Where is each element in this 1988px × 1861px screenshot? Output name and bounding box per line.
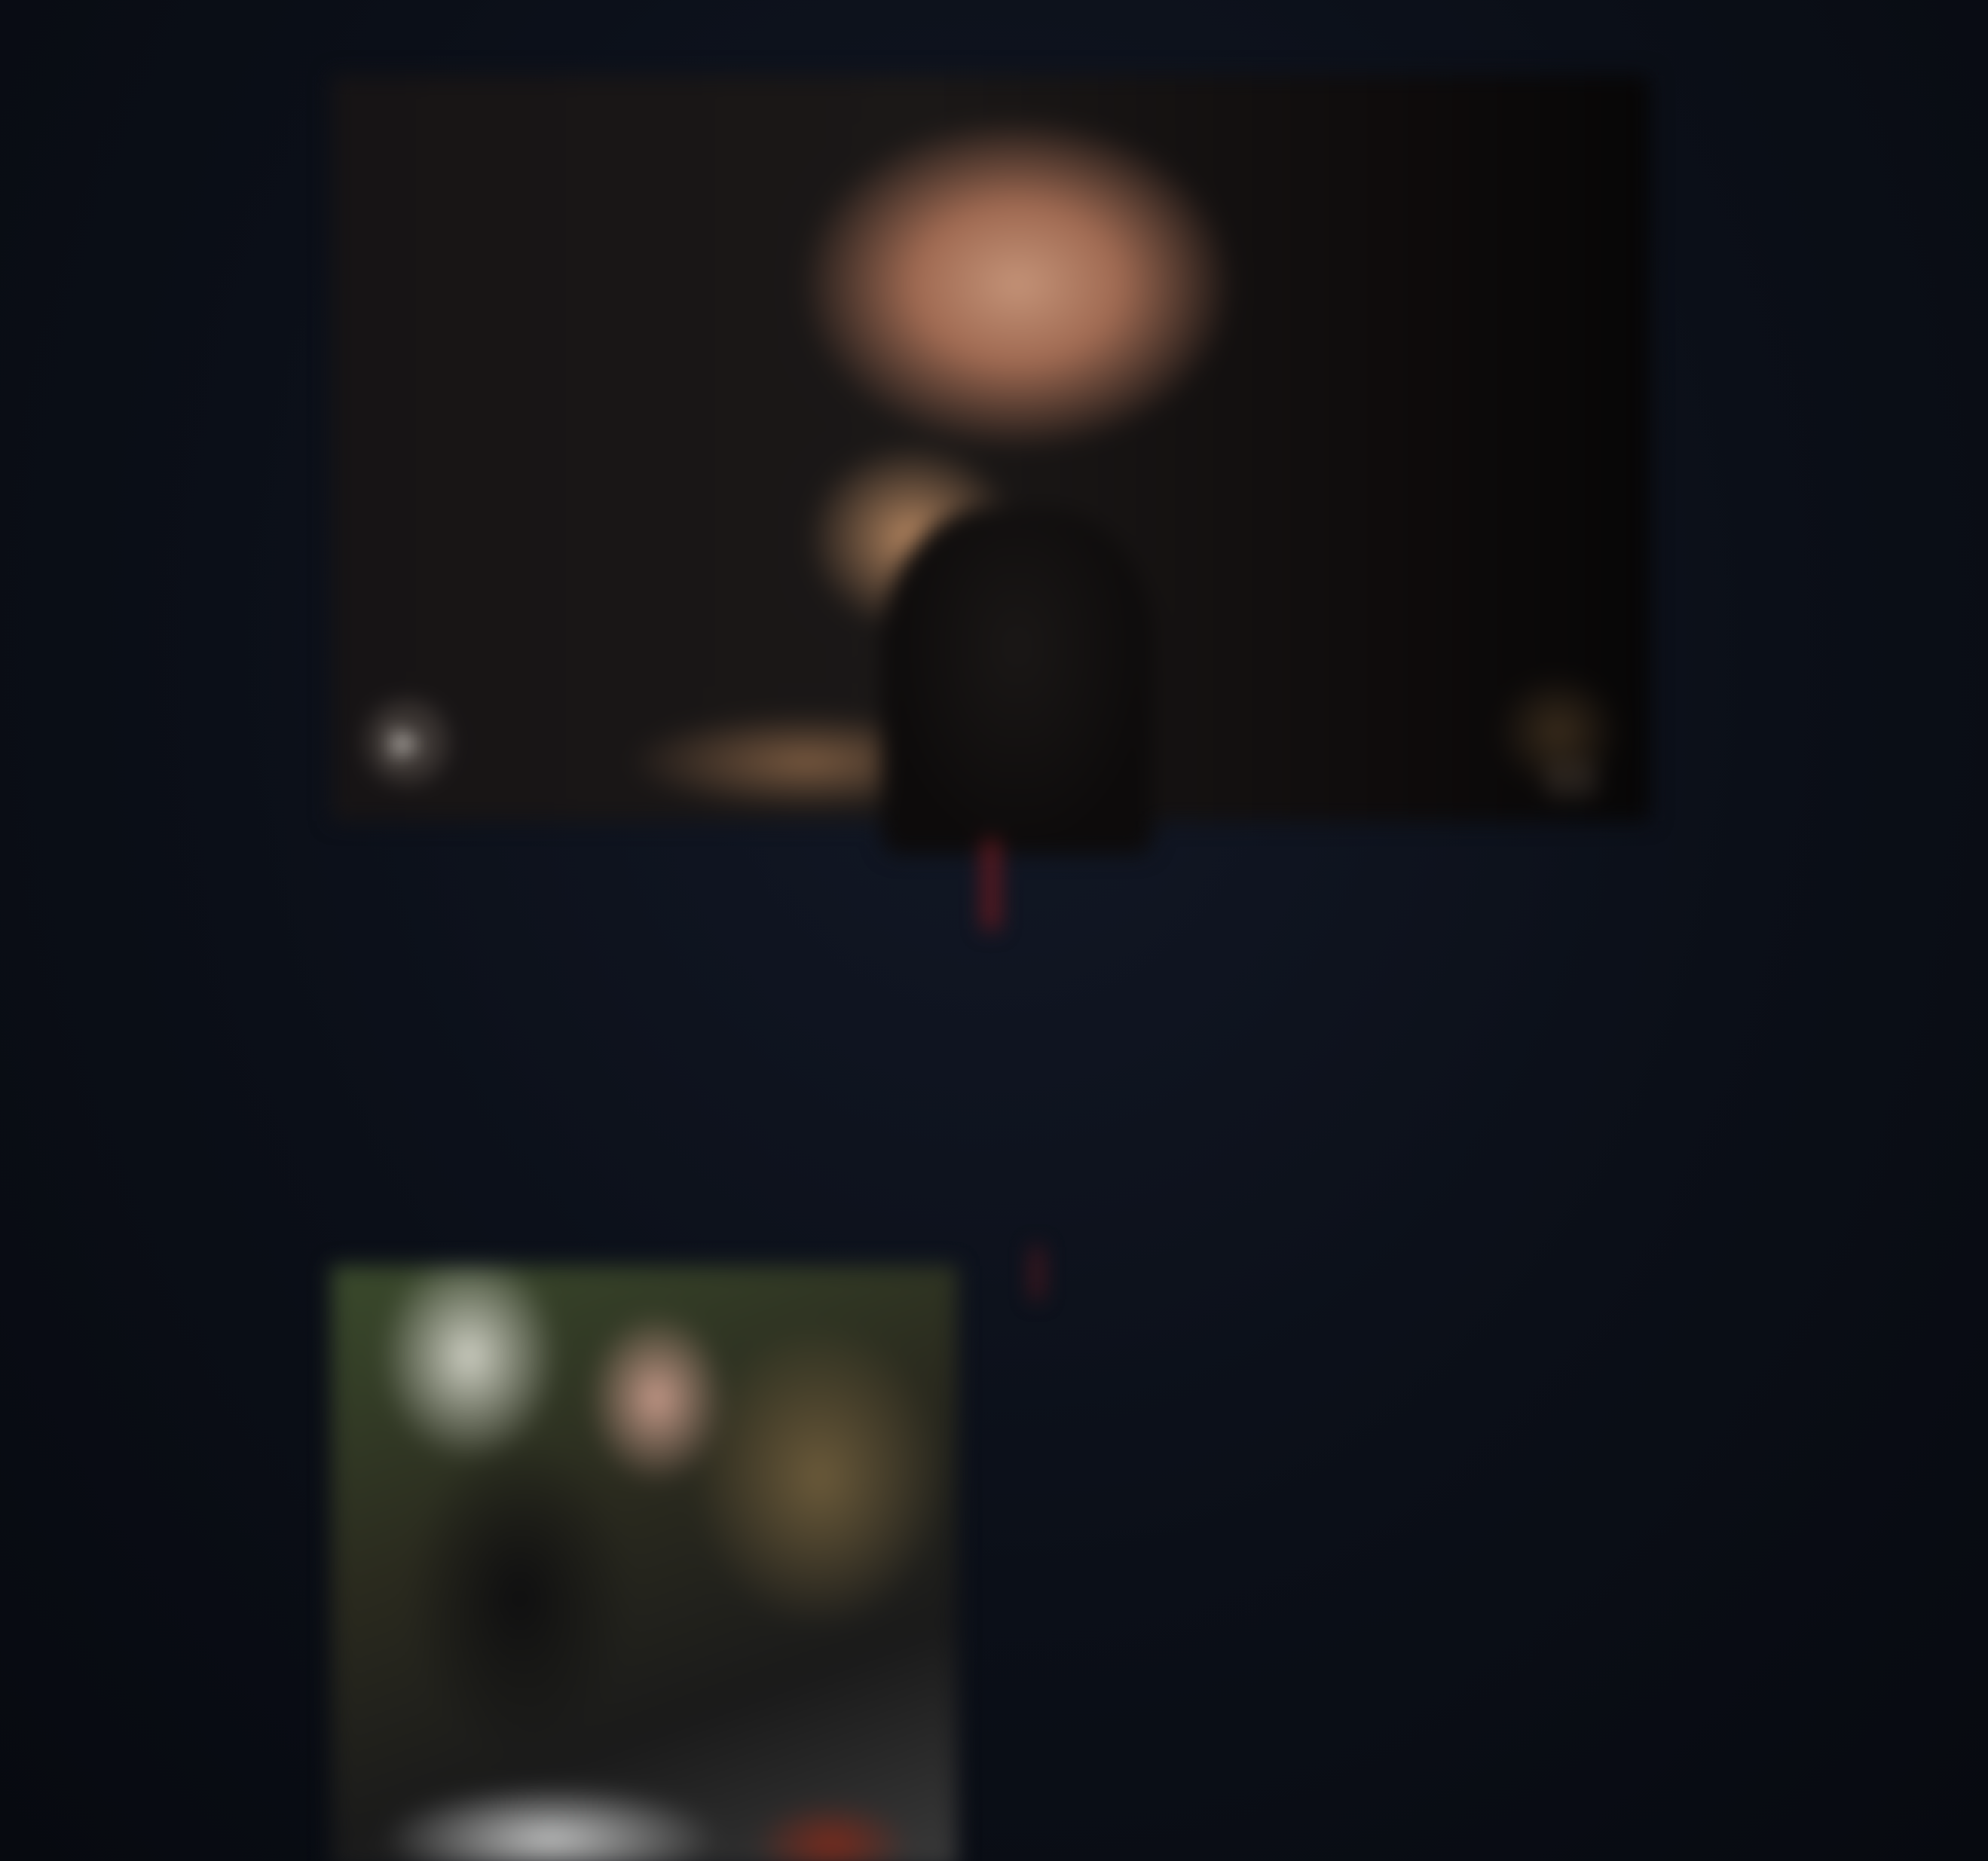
play-icon[interactable]: ▶: [365, 701, 448, 784]
volume-icon[interactable]: [1545, 761, 1598, 799]
related-title-accent: [1032, 1247, 1041, 1299]
related-section: [1032, 1243, 1650, 1861]
page: ▶: [0, 0, 1988, 1861]
related-thumbnail[interactable]: [332, 1266, 957, 1861]
article-headline: [332, 840, 1650, 929]
hero-video[interactable]: [332, 75, 1650, 855]
headline-accent: [983, 840, 999, 929]
related-title: [1032, 1243, 1650, 1303]
blurred-content: ▶: [0, 0, 1988, 1861]
hero-figure: [882, 508, 1153, 855]
